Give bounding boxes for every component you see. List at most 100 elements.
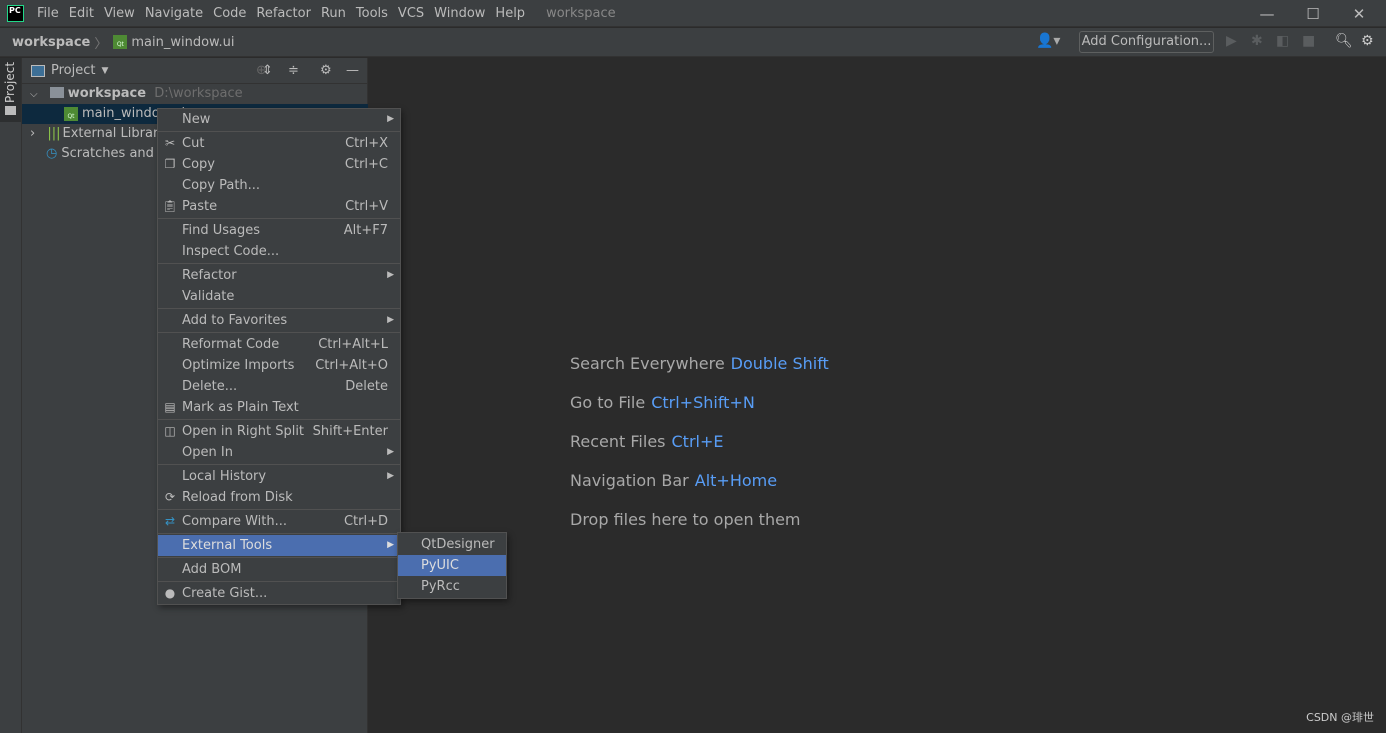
- shortcut-key: Double Shift: [730, 354, 829, 373]
- shortcut: Ctrl+X: [345, 136, 388, 151]
- collapse-all-icon[interactable]: ≑: [288, 63, 299, 78]
- menu-item-optimize-imports[interactable]: Optimize Imports Ctrl+Alt+O: [158, 355, 400, 376]
- tool-window-stripe: Project: [0, 58, 22, 733]
- chevron-down-icon[interactable]: ⌵: [30, 89, 38, 100]
- menu-code[interactable]: Code: [208, 6, 251, 21]
- menu-edit[interactable]: Edit: [64, 6, 99, 21]
- editor-hint: Navigation Bar Alt+Home: [570, 471, 778, 490]
- menu-separator: [158, 509, 400, 510]
- pycharm-logo: PC: [7, 4, 24, 22]
- project-tool-tab[interactable]: Project: [0, 58, 21, 122]
- menu-item-paste[interactable]: 📋︎ Paste Ctrl+V: [158, 196, 400, 217]
- menu-separator: [158, 419, 400, 420]
- menu-file[interactable]: File: [32, 6, 64, 21]
- menu-item-refactor[interactable]: Refactor ▶: [158, 265, 400, 286]
- menu-separator: [158, 218, 400, 219]
- qt-file-icon: Qt: [113, 35, 128, 49]
- submenu-item-pyrcc[interactable]: PyRcc: [398, 576, 506, 597]
- shortcut-key: Ctrl+Shift+N: [651, 393, 755, 412]
- settings-icon[interactable]: ⚙: [1361, 33, 1374, 49]
- scissors-icon: ✂: [164, 136, 176, 150]
- menu-item-add-to-favorites[interactable]: Add to Favorites ▶: [158, 310, 400, 331]
- copy-icon: ❐: [164, 157, 176, 171]
- menu-item-external-tools[interactable]: External Tools ▶: [158, 535, 400, 556]
- project-icon: [31, 64, 45, 77]
- menu-item-delete[interactable]: Delete... Delete: [158, 376, 400, 397]
- menu-item-mark-as-plain-text[interactable]: ▤ Mark as Plain Text: [158, 397, 400, 418]
- menu-item-find-usages[interactable]: Find Usages Alt+F7: [158, 220, 400, 241]
- shortcut: Ctrl+V: [345, 199, 388, 214]
- chevron-right-icon: ▶: [387, 471, 394, 481]
- shortcut: Ctrl+D: [343, 514, 388, 529]
- menu-vcs[interactable]: VCS: [393, 6, 429, 21]
- shortcut: Shift+Enter: [312, 424, 388, 439]
- menu-item-open-in-right-split[interactable]: ◫ Open in Right Split Shift+Enter: [158, 421, 400, 442]
- menu-separator: [158, 263, 400, 264]
- menu-window[interactable]: Window: [429, 6, 490, 21]
- shortcut-key: Alt+Home: [694, 471, 778, 490]
- reload-icon: ⟳: [164, 490, 176, 504]
- tree-root[interactable]: ⌵ workspace D:\workspace: [22, 84, 368, 104]
- menu-help[interactable]: Help: [490, 6, 530, 21]
- expand-all-icon[interactable]: ⇕: [262, 63, 273, 78]
- breadcrumb-workspace[interactable]: workspace: [0, 35, 90, 50]
- menu-separator: [158, 308, 400, 309]
- shortcut: Alt+F7: [343, 223, 388, 238]
- navigation-bar: workspace 〉 Qt main_window.ui 👤▾ Add Con…: [0, 28, 1386, 57]
- menu-item-reload-from-disk[interactable]: ⟳ Reload from Disk: [158, 487, 400, 508]
- menu-item-validate[interactable]: Validate: [158, 286, 400, 307]
- minimize-button[interactable]: —: [1244, 0, 1290, 27]
- project-title[interactable]: Project: [51, 63, 95, 78]
- menu-separator: [158, 533, 400, 534]
- menu-item-copy[interactable]: ❐ Copy Ctrl+C: [158, 154, 400, 175]
- editor-hint: Go to File Ctrl+Shift+N: [570, 393, 755, 412]
- shortcut: Ctrl+Alt+L: [318, 337, 388, 352]
- menu-item-open-in[interactable]: Open In ▶: [158, 442, 400, 463]
- chevron-right-icon: ▶: [387, 540, 394, 550]
- maximize-button[interactable]: ☐: [1290, 0, 1336, 27]
- menu-run[interactable]: Run: [316, 6, 351, 21]
- compare-icon: ⇄: [164, 514, 176, 528]
- qt-file-icon: Qt: [64, 106, 78, 121]
- menu-separator: [158, 464, 400, 465]
- menu-item-copy-path[interactable]: Copy Path...: [158, 175, 400, 196]
- menu-item-inspect-code[interactable]: Inspect Code...: [158, 241, 400, 262]
- chevron-right-icon[interactable]: ›: [30, 126, 35, 141]
- menu-item-add-bom[interactable]: Add BOM: [158, 559, 400, 580]
- editor-hint: Recent Files Ctrl+E: [570, 432, 724, 451]
- run-icon[interactable]: ▶: [1226, 33, 1237, 49]
- window-title: workspace: [546, 5, 616, 21]
- menu-view[interactable]: View: [99, 6, 140, 21]
- editor-hint: Search Everywhere Double Shift: [570, 354, 829, 373]
- menu-item-create-gist[interactable]: ● Create Gist...: [158, 583, 400, 604]
- menu-tools[interactable]: Tools: [351, 6, 393, 21]
- editor-empty-area: Search Everywhere Double Shift Go to File C…: [368, 58, 1386, 733]
- menu-item-new[interactable]: New ▶: [158, 109, 400, 130]
- gear-icon[interactable]: ⚙: [320, 63, 332, 78]
- paste-icon: 📋︎: [162, 199, 178, 213]
- stop-icon[interactable]: ■: [1302, 33, 1315, 49]
- menu-refactor[interactable]: Refactor: [251, 6, 316, 21]
- menu-item-cut[interactable]: ✂ Cut Ctrl+X: [158, 133, 400, 154]
- menu-item-reformat-code[interactable]: Reformat Code Ctrl+Alt+L: [158, 334, 400, 355]
- plain-text-icon: ▤: [164, 400, 176, 414]
- menu-item-local-history[interactable]: Local History ▶: [158, 466, 400, 487]
- menu-separator: [158, 332, 400, 333]
- debug-icon[interactable]: ✱: [1251, 33, 1263, 49]
- close-button[interactable]: ✕: [1336, 0, 1382, 27]
- search-icon[interactable]: 🔍︎: [1335, 33, 1353, 49]
- menu-separator: [158, 131, 400, 132]
- menu-navigate[interactable]: Navigate: [140, 6, 208, 21]
- coverage-icon[interactable]: ◧: [1276, 33, 1289, 49]
- hide-icon[interactable]: —: [346, 63, 359, 78]
- user-icon[interactable]: 👤▾: [1036, 33, 1060, 49]
- add-configuration-button[interactable]: Add Configuration...: [1079, 31, 1214, 53]
- menu-item-compare-with[interactable]: ⇄ Compare With... Ctrl+D: [158, 511, 400, 532]
- submenu-item-pyuic[interactable]: PyUIC: [398, 555, 506, 576]
- title-bar: PC File Edit View Navigate Code Refactor Run To…: [0, 0, 1386, 27]
- folder-icon: [5, 106, 16, 115]
- chevron-down-icon[interactable]: ▼: [101, 66, 108, 76]
- submenu-item-qtdesigner[interactable]: QtDesigner: [398, 534, 506, 555]
- breadcrumb-file[interactable]: main_window.ui: [131, 35, 234, 50]
- chevron-right-icon: ▶: [387, 270, 394, 280]
